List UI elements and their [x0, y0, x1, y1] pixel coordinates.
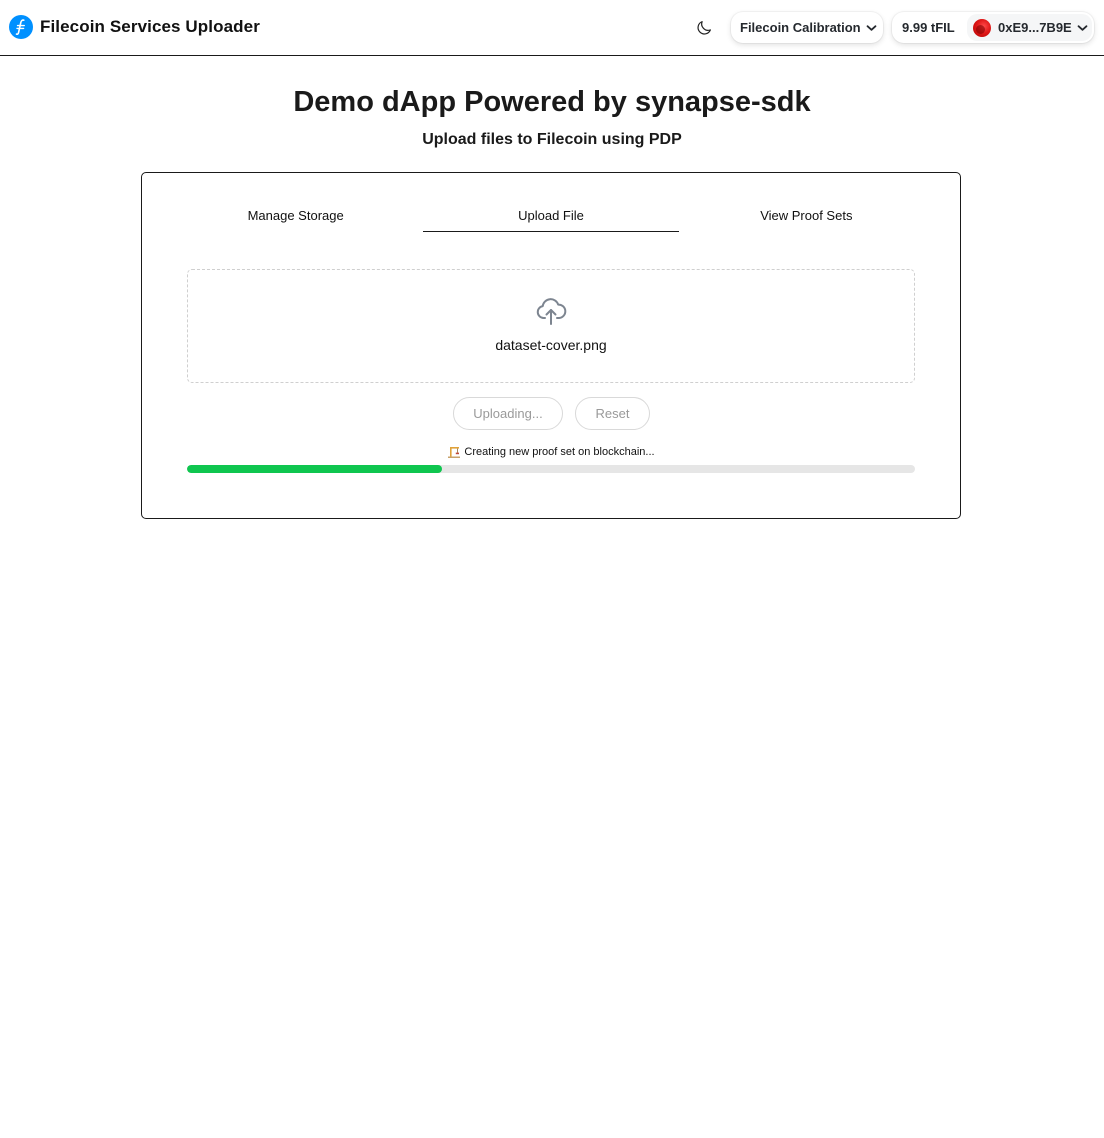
network-label: Filecoin Calibration — [740, 20, 861, 35]
moon-icon — [697, 21, 711, 35]
tab-bar: Manage Storage Upload File View Proof Se… — [168, 199, 934, 232]
cloud-upload-icon — [536, 298, 567, 325]
avatar — [973, 18, 991, 37]
tab-manage-storage[interactable]: Manage Storage — [168, 199, 423, 232]
balance-label: 9.99 tFIL — [902, 20, 955, 35]
account-address: 0xE9...7B9E — [998, 20, 1072, 35]
upload-progress-bar — [187, 465, 915, 473]
chevron-down-icon — [1077, 20, 1088, 35]
upload-button[interactable]: Uploading... — [453, 397, 563, 430]
account-button[interactable]: 9.99 tFIL 0xE9...7B9E — [892, 12, 1094, 43]
tab-view-proof-sets[interactable]: View Proof Sets — [679, 199, 934, 232]
upload-status: Creating new proof set on blockchain... — [142, 445, 960, 459]
network-selector-button[interactable]: Filecoin Calibration — [731, 12, 883, 43]
account-address-button[interactable]: 0xE9...7B9E — [967, 14, 1092, 41]
page-subtitle: Upload files to Filecoin using PDP — [422, 131, 682, 148]
app-title: Filecoin Services Uploader — [40, 17, 260, 36]
app-header: Filecoin Services Uploader Filecoin Cali… — [0, 0, 1104, 56]
brand[interactable]: Filecoin Services Uploader — [9, 14, 260, 40]
upload-card: Manage Storage Upload File View Proof Se… — [141, 172, 961, 519]
chevron-down-icon — [866, 20, 877, 35]
upload-progress-fill — [187, 465, 442, 473]
page-title: Demo dApp Powered by synapse-sdk — [293, 86, 811, 118]
construction-icon — [448, 447, 461, 458]
tab-upload-file[interactable]: Upload File — [423, 199, 679, 232]
selected-file-name: dataset-cover.png — [495, 337, 607, 353]
file-dropzone[interactable]: dataset-cover.png — [187, 269, 915, 383]
theme-toggle-button[interactable] — [692, 16, 716, 40]
filecoin-logo-icon — [9, 15, 33, 39]
reset-button[interactable]: Reset — [575, 397, 650, 430]
status-text: Creating new proof set on blockchain... — [464, 446, 655, 458]
